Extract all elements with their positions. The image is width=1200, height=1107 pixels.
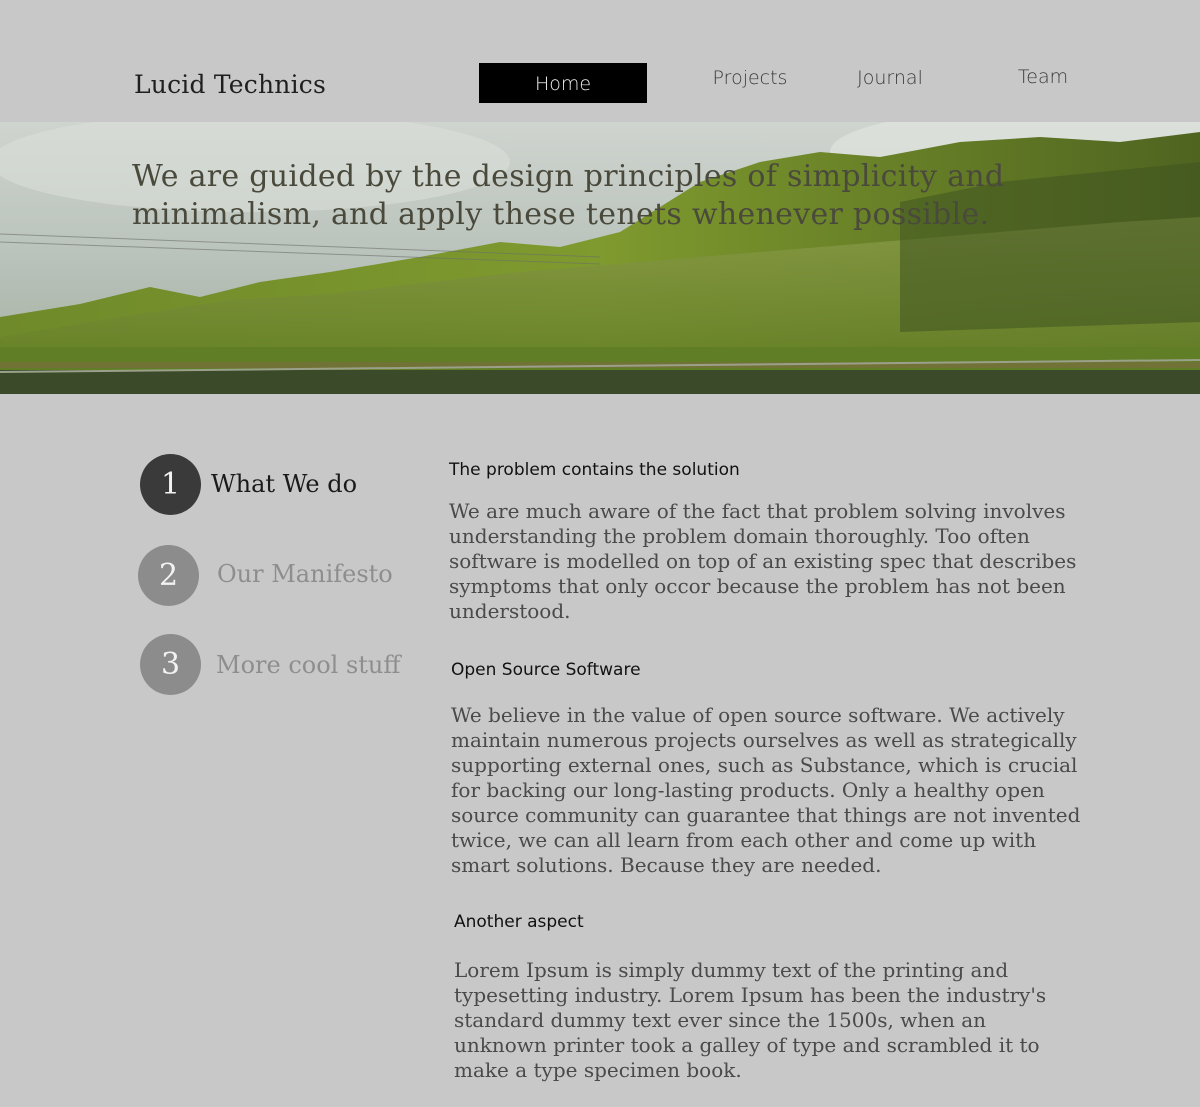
section-heading: Another aspect [454, 912, 584, 932]
site-header: Lucid Technics Home Projects Journal Tea… [0, 0, 1200, 122]
section-body: We believe in the value of open source s… [451, 703, 1081, 877]
step-number-badge: 2 [138, 545, 199, 606]
hero-tagline: We are guided by the design principles o… [132, 159, 1005, 232]
section-body: We are much aware of the fact that probl… [449, 499, 1077, 623]
step-label[interactable]: More cool stuff [216, 651, 400, 679]
site-logo[interactable]: Lucid Technics [134, 70, 326, 99]
nav-team[interactable]: Team [993, 57, 1093, 97]
step-label[interactable]: Our Manifesto [217, 560, 393, 588]
section-heading: Open Source Software [451, 660, 641, 680]
section-body: Lorem Ipsum is simply dummy text of the … [454, 958, 1047, 1082]
nav-journal[interactable]: Journal [840, 58, 940, 98]
step-number-badge: 3 [140, 634, 201, 695]
section-heading: The problem contains the solution [449, 460, 740, 480]
nav-projects[interactable]: Projects [700, 58, 800, 98]
step-label[interactable]: What We do [211, 470, 357, 498]
step-number-badge: 1 [140, 454, 201, 515]
hero-banner: We are guided by the design principles o… [0, 122, 1200, 394]
nav-home[interactable]: Home [479, 63, 647, 103]
